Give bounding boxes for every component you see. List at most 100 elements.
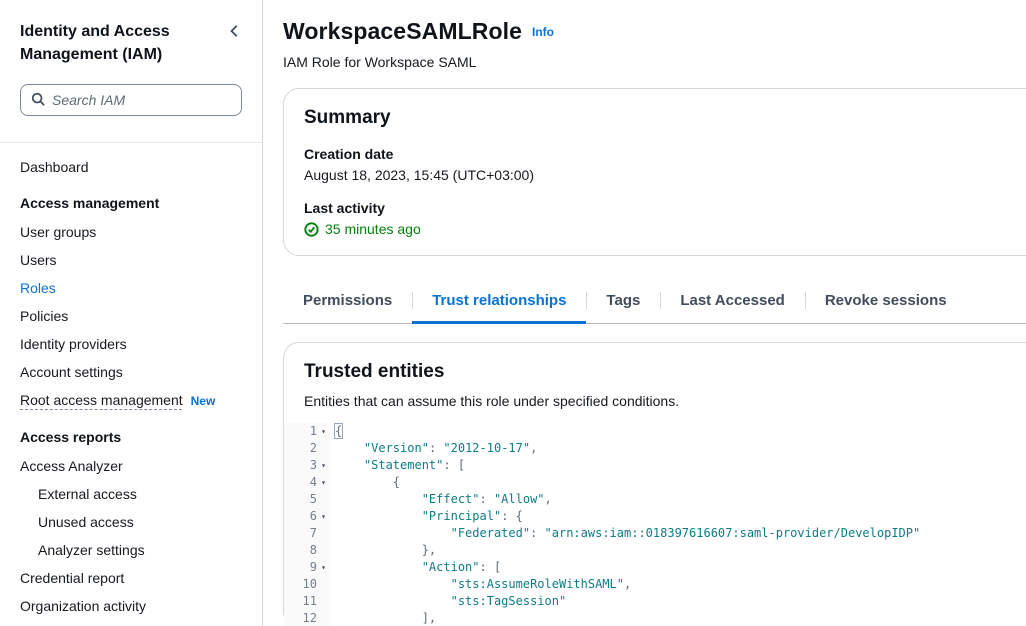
sidebar-item-roles[interactable]: Roles	[0, 274, 262, 302]
code-content[interactable]: "sts:AssumeRoleWithSAML",	[330, 576, 631, 593]
code-line-11: 11 "sts:TagSession"	[284, 593, 1026, 610]
policy-code-editor[interactable]: 1▾ {2 "Version": "2012-10-17",3▾ "Stateme…	[284, 423, 1026, 626]
last-activity-value: 35 minutes ago	[304, 221, 1026, 237]
sidebar-section-access-reports: Access reports	[0, 415, 262, 452]
sidebar: Identity and Access Management (IAM) Das…	[0, 0, 263, 626]
tab-revoke-sessions[interactable]: Revoke sessions	[805, 282, 967, 323]
tab-last-accessed[interactable]: Last Accessed	[660, 282, 805, 323]
creation-date-label: Creation date	[304, 146, 1026, 162]
line-number-with-fold-toggle[interactable]: 4▾	[284, 474, 330, 491]
sidebar-nav: Dashboard Access managementUser groups Use…	[0, 153, 262, 626]
sidebar-item-label: Policies	[20, 308, 68, 324]
creation-date-value: August 18, 2023, 15:45 (UTC+03:00)	[304, 167, 1026, 183]
sidebar-title: Identity and Access Management (IAM)	[20, 20, 196, 66]
code-line-5: 5 "Effect": "Allow",	[284, 491, 1026, 508]
sidebar-item-identity-providers[interactable]: Identity providers	[0, 330, 262, 358]
code-content[interactable]: ],	[330, 610, 436, 626]
line-number[interactable]: 2	[284, 440, 330, 457]
code-line-10: 10 "sts:AssumeRoleWithSAML",	[284, 576, 1026, 593]
sidebar-item-account-settings[interactable]: Account settings	[0, 358, 262, 386]
fold-arrow-icon[interactable]: ▾	[317, 559, 330, 576]
sidebar-item-user-groups[interactable]: User groups	[0, 218, 262, 246]
sidebar-item-label: Unused access	[38, 514, 134, 530]
code-content[interactable]: {	[330, 474, 400, 491]
line-number-with-fold-toggle[interactable]: 1▾	[284, 423, 330, 440]
sidebar-item-policies[interactable]: Policies	[0, 302, 262, 330]
sidebar-collapse-button[interactable]	[226, 22, 244, 43]
code-content[interactable]: },	[330, 542, 436, 559]
code-line-6: 6▾ "Principal": {	[284, 508, 1026, 525]
sidebar-item-label: Users	[20, 252, 57, 268]
search-input[interactable]	[52, 92, 231, 108]
sidebar-item-label: Credential report	[20, 570, 124, 586]
tab-tags[interactable]: Tags	[586, 282, 660, 323]
last-activity-label: Last activity	[304, 200, 1026, 216]
fold-arrow-icon[interactable]: ▾	[317, 508, 330, 525]
chevron-left-icon	[228, 26, 242, 41]
sidebar-item-unused-access[interactable]: Unused access	[0, 508, 262, 536]
sidebar-item-users[interactable]: Users	[0, 246, 262, 274]
tab-trust-relationships[interactable]: Trust relationships	[412, 282, 586, 323]
last-activity-text: 35 minutes ago	[325, 221, 421, 237]
tab-permissions[interactable]: Permissions	[283, 282, 412, 323]
sidebar-item-analyzer-settings[interactable]: Analyzer settings	[0, 536, 262, 564]
sidebar-divider	[0, 142, 262, 143]
line-number[interactable]: 12	[284, 610, 330, 626]
code-content[interactable]: "Principal": {	[330, 508, 523, 525]
line-number[interactable]: 5	[284, 491, 330, 508]
fold-arrow-icon[interactable]: ▾	[317, 457, 330, 474]
summary-heading: Summary	[304, 107, 1026, 129]
line-number[interactable]: 7	[284, 525, 330, 542]
iam-console: Identity and Access Management (IAM) Das…	[0, 0, 1026, 626]
sidebar-item-label: Organization activity	[20, 598, 146, 614]
fold-arrow-icon[interactable]: ▾	[317, 474, 330, 491]
search-box	[20, 84, 242, 116]
code-line-8: 8 },	[284, 542, 1026, 559]
code-line-12: 12 ],	[284, 610, 1026, 626]
trusted-entities-heading: Trusted entities	[304, 361, 1026, 383]
code-line-1: 1▾ {	[284, 423, 1026, 440]
line-number-with-fold-toggle[interactable]: 9▾	[284, 559, 330, 576]
sidebar-section-access-management: Access management	[0, 181, 262, 218]
tabs: PermissionsTrust relationshipsTagsLast A…	[283, 282, 1026, 324]
info-link[interactable]: Info	[532, 25, 554, 39]
creation-date-field: Creation date August 18, 2023, 15:45 (UT…	[304, 146, 1026, 183]
trusted-entities-description: Entities that can assume this role under…	[304, 393, 1026, 409]
line-number-with-fold-toggle[interactable]: 3▾	[284, 457, 330, 474]
sidebar-item-label: Identity providers	[20, 336, 127, 352]
sidebar-item-credential-report[interactable]: Credential report	[0, 564, 262, 592]
sidebar-item-label: Dashboard	[20, 159, 89, 175]
sidebar-item-label: Analyzer settings	[38, 542, 145, 558]
page-subtitle: IAM Role for Workspace SAML	[283, 54, 1026, 70]
sidebar-item-access-analyzer[interactable]: Access Analyzer	[0, 452, 262, 480]
code-content[interactable]: "Version": "2012-10-17",	[330, 440, 537, 457]
success-check-icon	[304, 222, 319, 237]
sidebar-item-external-access[interactable]: External access	[0, 480, 262, 508]
cursor-highlight: {	[335, 424, 342, 438]
sidebar-item-label: Roles	[20, 280, 56, 296]
sidebar-item-dashboard[interactable]: Dashboard	[0, 153, 262, 181]
fold-arrow-icon[interactable]: ▾	[317, 423, 330, 440]
sidebar-item-label: Root access management	[20, 392, 183, 408]
code-content[interactable]: "Federated": "arn:aws:iam::018397616607:…	[330, 525, 920, 542]
line-number[interactable]: 11	[284, 593, 330, 610]
summary-card: Summary Creation date August 18, 2023, 1…	[283, 88, 1026, 256]
trusted-entities-card: Trusted entities Entities that can assum…	[283, 342, 1026, 626]
code-content[interactable]: "Statement": [	[330, 457, 465, 474]
code-content[interactable]: "Effect": "Allow",	[330, 491, 552, 508]
code-content[interactable]: "Action": [	[330, 559, 501, 576]
code-line-9: 9▾ "Action": [	[284, 559, 1026, 576]
main-content: WorkspaceSAMLRole Info IAM Role for Work…	[263, 0, 1026, 626]
code-line-7: 7 "Federated": "arn:aws:iam::01839761660…	[284, 525, 1026, 542]
sidebar-item-organization-activity[interactable]: Organization activity	[0, 592, 262, 620]
line-number[interactable]: 10	[284, 576, 330, 593]
page-title: WorkspaceSAMLRole	[283, 18, 522, 45]
line-number-with-fold-toggle[interactable]: 6▾	[284, 508, 330, 525]
line-number[interactable]: 8	[284, 542, 330, 559]
code-content[interactable]: "sts:TagSession"	[330, 593, 566, 610]
code-content[interactable]: {	[330, 423, 342, 440]
sidebar-header: Identity and Access Management (IAM)	[0, 20, 262, 66]
new-badge: New	[191, 394, 216, 408]
sidebar-item-root-access-management[interactable]: Root access management New	[0, 386, 262, 415]
sidebar-item-label: External access	[38, 486, 137, 502]
